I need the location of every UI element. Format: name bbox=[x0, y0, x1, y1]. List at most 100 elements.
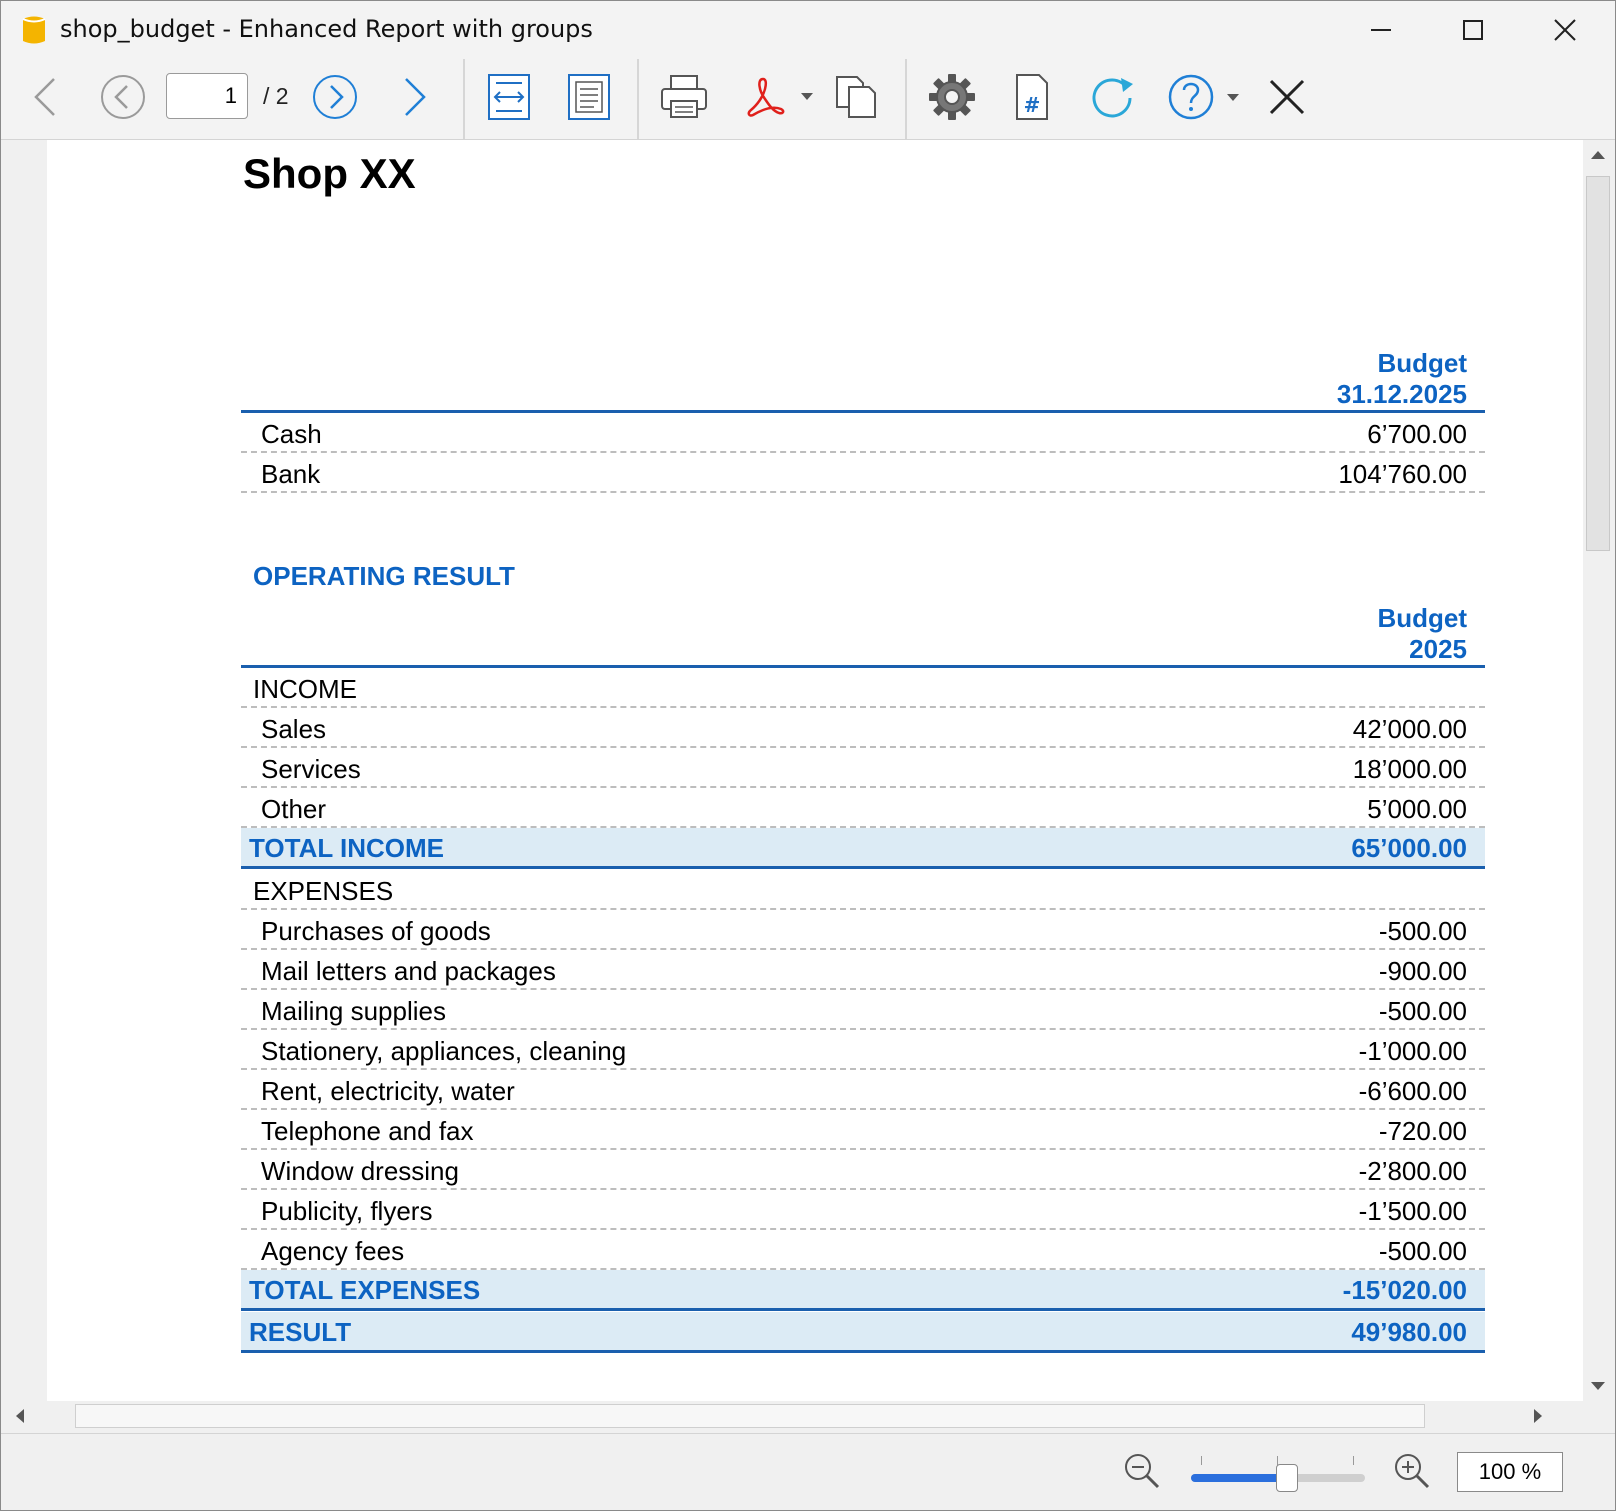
row-value: -6’600.00 bbox=[1358, 1076, 1467, 1106]
copy-button[interactable] bbox=[829, 71, 883, 123]
row-label: Bank bbox=[261, 459, 321, 489]
row-label: Mail letters and packages bbox=[261, 956, 556, 986]
group-label: INCOME bbox=[253, 674, 357, 704]
vertical-scroll-thumb[interactable] bbox=[1586, 176, 1610, 551]
zoom-slider-fill bbox=[1191, 1474, 1287, 1482]
svg-text:#: # bbox=[1024, 93, 1041, 117]
fit-page-button[interactable] bbox=[563, 71, 615, 123]
table-row: Agency fees -500.00 bbox=[241, 1230, 1485, 1270]
back-button[interactable] bbox=[23, 69, 67, 125]
row-label: Mailing supplies bbox=[261, 996, 446, 1026]
close-report-button[interactable] bbox=[1261, 71, 1313, 123]
forward-button[interactable] bbox=[393, 69, 437, 125]
zoom-in-button[interactable] bbox=[1389, 1448, 1435, 1494]
zoom-level-field[interactable]: 100 % bbox=[1457, 1452, 1563, 1492]
close-window-button[interactable] bbox=[1535, 7, 1595, 53]
total-expenses-row: TOTAL EXPENSES -15’020.00 bbox=[241, 1270, 1485, 1311]
refresh-icon bbox=[1092, 78, 1133, 118]
fit-page-icon bbox=[568, 74, 610, 120]
report-title: Shop XX bbox=[243, 150, 416, 197]
page-number-input[interactable]: 1 bbox=[166, 73, 248, 119]
report-window: shop_budget - Enhanced Report with group… bbox=[0, 0, 1616, 1511]
balance-header-line2: 31.12.2025 bbox=[1336, 379, 1467, 409]
row-value: 104’760.00 bbox=[1338, 459, 1467, 489]
refresh-button[interactable] bbox=[1085, 71, 1139, 123]
scroll-down-icon[interactable] bbox=[1583, 1371, 1613, 1401]
document-viewport[interactable]: Shop XX Budget 31.12.2025 Cash 6’700.00 … bbox=[5, 140, 1583, 1401]
table-row: Other 5’000.00 bbox=[241, 788, 1485, 828]
close-icon bbox=[1269, 79, 1305, 115]
row-label: Stationery, appliances, cleaning bbox=[261, 1036, 627, 1066]
row-value: 5’000.00 bbox=[1367, 794, 1467, 824]
total-label: TOTAL INCOME bbox=[249, 833, 444, 863]
zoom-slider-handle[interactable] bbox=[1276, 1464, 1298, 1492]
pdf-icon bbox=[747, 77, 813, 117]
horizontal-scroll-thumb[interactable] bbox=[75, 1404, 1425, 1428]
row-label: Rent, electricity, water bbox=[261, 1076, 515, 1106]
table-row: Rent, electricity, water -6’600.00 bbox=[241, 1070, 1485, 1110]
table-row: Stationery, appliances, cleaning -1’000.… bbox=[241, 1030, 1485, 1070]
page-number-icon: # bbox=[1016, 74, 1048, 120]
total-value: 65’000.00 bbox=[1351, 833, 1467, 863]
help-button[interactable] bbox=[1165, 71, 1249, 123]
result-label: RESULT bbox=[249, 1317, 352, 1347]
scroll-left-icon[interactable] bbox=[5, 1401, 35, 1431]
copy-icon bbox=[836, 76, 876, 118]
horizontal-scrollbar[interactable] bbox=[5, 1401, 1583, 1431]
table-row: Window dressing -2’800.00 bbox=[241, 1150, 1485, 1190]
table-row: Mailing supplies -500.00 bbox=[241, 990, 1485, 1030]
help-icon bbox=[1168, 74, 1239, 120]
row-label: Agency fees bbox=[261, 1236, 405, 1266]
group-row: EXPENSES bbox=[241, 870, 1485, 910]
close-icon bbox=[1554, 19, 1576, 41]
toolbar: 1 / 2 # bbox=[1, 59, 1615, 140]
operating-header-line1: Budget bbox=[1377, 603, 1467, 633]
zoom-slider[interactable] bbox=[1191, 1456, 1365, 1492]
operating-header-line2: 2025 bbox=[1409, 634, 1467, 664]
previous-page-button[interactable] bbox=[97, 71, 149, 123]
next-page-button[interactable] bbox=[309, 71, 361, 123]
minimize-icon bbox=[1371, 29, 1391, 31]
vertical-scrollbar[interactable] bbox=[1583, 140, 1613, 1401]
row-label: Telephone and fax bbox=[261, 1116, 474, 1146]
next-page-icon bbox=[313, 75, 357, 119]
export-pdf-button[interactable] bbox=[741, 71, 821, 123]
row-label: Publicity, flyers bbox=[261, 1196, 433, 1226]
settings-icon bbox=[929, 74, 975, 120]
total-value: -15’020.00 bbox=[1342, 1275, 1467, 1305]
row-label: Sales bbox=[261, 714, 327, 744]
total-label: TOTAL EXPENSES bbox=[249, 1275, 481, 1305]
minimize-button[interactable] bbox=[1351, 7, 1411, 53]
table-row: Mail letters and packages -900.00 bbox=[241, 950, 1485, 990]
previous-page-icon bbox=[101, 75, 145, 119]
print-button[interactable] bbox=[657, 71, 711, 123]
scroll-up-icon[interactable] bbox=[1583, 140, 1613, 170]
row-value: 6’700.00 bbox=[1367, 419, 1467, 449]
group-row: INCOME bbox=[241, 668, 1485, 708]
row-value: -1’000.00 bbox=[1358, 1036, 1467, 1066]
fit-width-button[interactable] bbox=[483, 71, 535, 123]
maximize-button[interactable] bbox=[1443, 7, 1503, 53]
back-arrow-icon bbox=[34, 78, 55, 116]
scroll-right-icon[interactable] bbox=[1523, 1401, 1553, 1431]
app-logo-icon bbox=[22, 16, 46, 44]
page-total-label: / 2 bbox=[263, 83, 289, 109]
toolbar-separator bbox=[463, 59, 465, 139]
result-value: 49’980.00 bbox=[1351, 1317, 1467, 1347]
zoom-out-button[interactable] bbox=[1119, 1448, 1165, 1494]
row-label: Window dressing bbox=[261, 1156, 459, 1186]
fit-width-icon bbox=[488, 74, 530, 120]
title-bar: shop_budget - Enhanced Report with group… bbox=[1, 1, 1615, 59]
maximize-icon bbox=[1463, 20, 1483, 40]
settings-button[interactable] bbox=[925, 71, 979, 123]
zoom-tick bbox=[1353, 1456, 1354, 1465]
row-value: -900.00 bbox=[1378, 956, 1467, 986]
table-row: Purchases of goods -500.00 bbox=[241, 910, 1485, 950]
forward-arrow-icon bbox=[405, 78, 426, 116]
zoom-out-icon bbox=[1125, 1454, 1160, 1489]
table-row: Cash 6’700.00 bbox=[241, 413, 1485, 453]
balance-header-line1: Budget bbox=[1377, 348, 1467, 378]
page-number-settings-button[interactable]: # bbox=[1005, 71, 1059, 123]
row-value: -2’800.00 bbox=[1358, 1156, 1467, 1186]
total-income-row: TOTAL INCOME 65’000.00 bbox=[241, 828, 1485, 869]
